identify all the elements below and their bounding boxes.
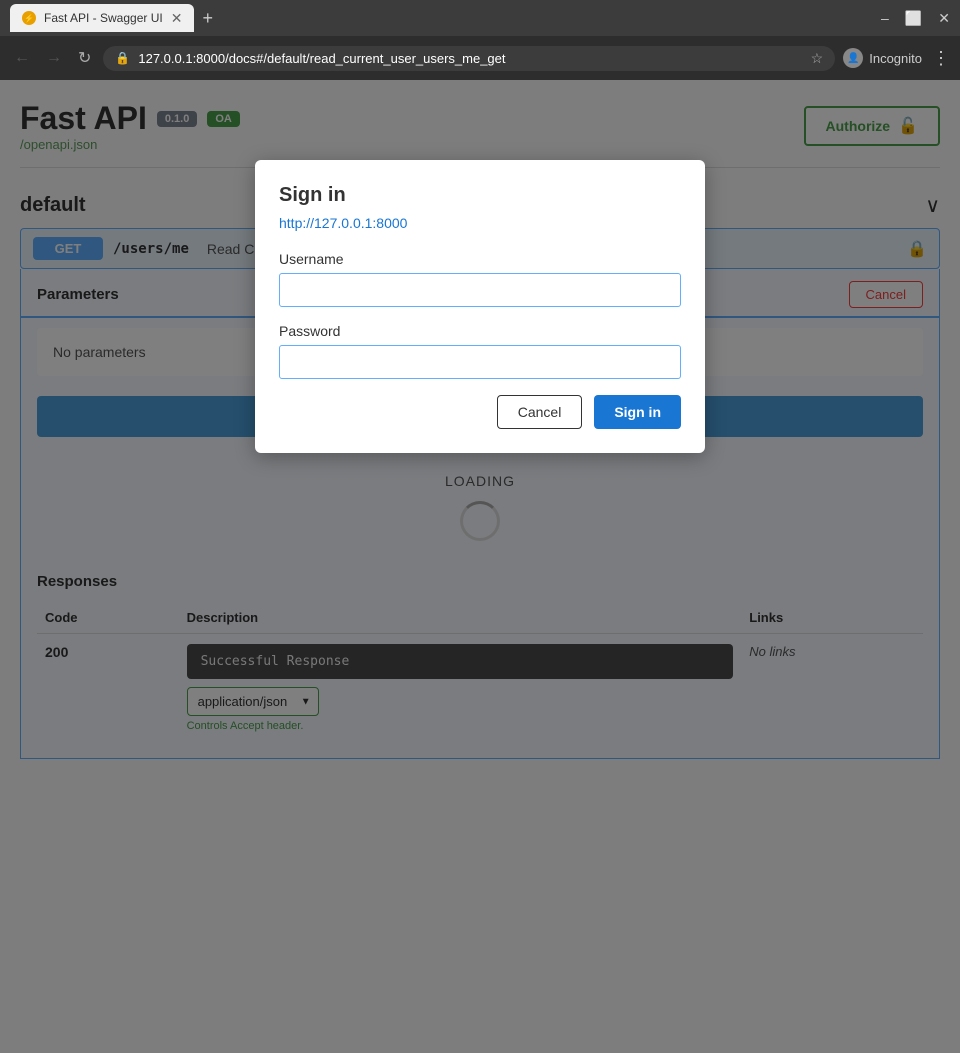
username-input[interactable] [279,273,681,307]
back-button[interactable]: ← [10,45,34,71]
new-tab-button[interactable]: + [202,8,213,29]
address-bar: ← → ↻ 🔒 127.0.0.1:8000/docs#/default/rea… [0,36,960,80]
title-bar: ⚡ Fast API - Swagger UI ✕ + – ⬜ ✕ [0,0,960,36]
browser-tab[interactable]: ⚡ Fast API - Swagger UI ✕ [10,4,194,32]
incognito-area: 👤 Incognito ⋮ [843,48,950,69]
tab-close-button[interactable]: ✕ [171,10,183,27]
modal-url: http://127.0.0.1:8000 [279,215,681,231]
reload-button[interactable]: ↻ [74,44,95,72]
address-input-wrap[interactable]: 🔒 127.0.0.1:8000/docs#/default/read_curr… [103,46,835,71]
modal-overlay: Sign in http://127.0.0.1:8000 Username P… [0,80,960,1053]
tab-title: Fast API - Swagger UI [44,11,163,25]
incognito-label: Incognito [869,51,922,66]
password-label: Password [279,323,681,339]
browser-chrome: ⚡ Fast API - Swagger UI ✕ + – ⬜ ✕ ← → ↻ … [0,0,960,80]
address-lock-icon: 🔒 [115,51,130,65]
page-content: Fast API 0.1.0 OA /openapi.json Authoriz… [0,80,960,1053]
maximize-button[interactable]: ⬜ [905,10,922,27]
incognito-icon: 👤 [843,48,863,68]
sign-in-modal: Sign in http://127.0.0.1:8000 Username P… [255,160,705,453]
modal-actions: Cancel Sign in [279,395,681,429]
address-url: 127.0.0.1:8000/docs#/default/read_curren… [138,51,802,66]
modal-cancel-button[interactable]: Cancel [497,395,583,429]
window-controls: – ⬜ ✕ [881,10,950,27]
username-label: Username [279,251,681,267]
password-input[interactable] [279,345,681,379]
modal-title: Sign in [279,184,681,207]
tab-favicon: ⚡ [22,11,36,25]
browser-menu-button[interactable]: ⋮ [932,48,950,69]
close-window-button[interactable]: ✕ [938,10,950,27]
bookmark-icon[interactable]: ☆ [811,50,824,67]
forward-button[interactable]: → [42,45,66,71]
minimize-button[interactable]: – [881,10,889,26]
username-field: Username [279,251,681,307]
password-field: Password [279,323,681,379]
modal-signin-button[interactable]: Sign in [594,395,681,429]
